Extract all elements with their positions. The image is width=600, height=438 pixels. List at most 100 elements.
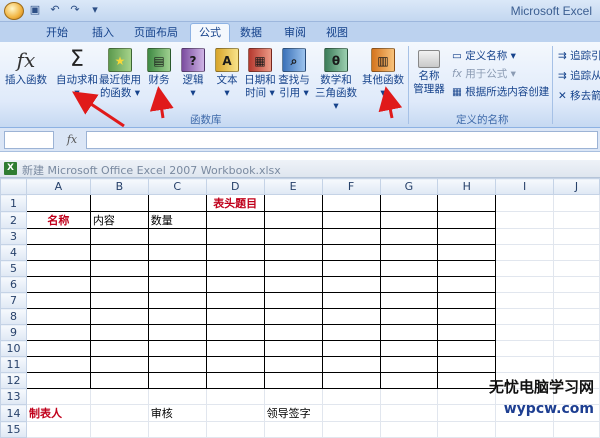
row-header[interactable]: 4 — [1, 245, 27, 261]
sheet-cell[interactable] — [380, 309, 438, 325]
sheet-cell[interactable] — [496, 357, 554, 373]
sheet-cell[interactable] — [90, 341, 148, 357]
sheet-cell[interactable] — [554, 357, 600, 373]
sheet-cell[interactable] — [90, 405, 148, 422]
sheet-cell[interactable] — [206, 325, 264, 341]
sheet-cell[interactable] — [148, 422, 206, 438]
column-header[interactable]: F — [322, 179, 380, 195]
office-button[interactable] — [4, 2, 24, 20]
sheet-cell[interactable] — [322, 405, 380, 422]
sheet-cell[interactable] — [554, 229, 600, 245]
column-header[interactable]: D — [206, 179, 264, 195]
sheet-cell[interactable] — [264, 422, 322, 438]
row-header[interactable]: 9 — [1, 325, 27, 341]
sheet-cell[interactable] — [206, 373, 264, 389]
sheet-cell[interactable] — [26, 325, 90, 341]
sheet-cell[interactable] — [554, 261, 600, 277]
sheet-cell[interactable] — [438, 277, 496, 293]
sheet-cell[interactable] — [554, 245, 600, 261]
sheet-cell[interactable] — [90, 293, 148, 309]
sheet-cell[interactable] — [264, 229, 322, 245]
sheet-cell[interactable] — [380, 229, 438, 245]
row-header[interactable]: 11 — [1, 357, 27, 373]
sheet-cell[interactable] — [438, 325, 496, 341]
sheet-cell[interactable] — [206, 261, 264, 277]
tab-home[interactable]: 开始 — [46, 24, 68, 42]
row-header[interactable]: 2 — [1, 212, 27, 229]
sheet-cell[interactable] — [264, 373, 322, 389]
sheet-cell[interactable] — [26, 373, 90, 389]
sheet-cell[interactable] — [26, 261, 90, 277]
column-header[interactable]: C — [148, 179, 206, 195]
sheet-cell[interactable] — [264, 277, 322, 293]
tab-review[interactable]: 审阅 — [284, 24, 306, 42]
column-header[interactable]: G — [380, 179, 438, 195]
sheet-cell[interactable] — [438, 357, 496, 373]
sheet-cell[interactable] — [554, 195, 600, 212]
sheet-cell[interactable] — [148, 357, 206, 373]
undo-icon[interactable]: ↶ — [48, 3, 62, 17]
tab-formulas[interactable]: 公式 — [190, 23, 230, 43]
sheet-cell[interactable] — [206, 357, 264, 373]
column-header[interactable]: A — [26, 179, 90, 195]
sheet-cell[interactable]: 制表人 — [26, 405, 90, 422]
sheet-cell[interactable] — [380, 212, 438, 229]
sheet-cell[interactable] — [206, 293, 264, 309]
sheet-cell[interactable] — [206, 212, 264, 229]
sheet-cell[interactable] — [206, 341, 264, 357]
sheet-cell[interactable] — [496, 195, 554, 212]
sheet-cell[interactable] — [438, 309, 496, 325]
sheet-cell[interactable] — [90, 357, 148, 373]
sheet-cell[interactable] — [438, 422, 496, 438]
sheet-cell[interactable] — [322, 357, 380, 373]
sheet-cell[interactable] — [380, 293, 438, 309]
sheet-cell[interactable] — [380, 422, 438, 438]
sheet-cell[interactable] — [496, 309, 554, 325]
sheet-cell[interactable] — [380, 277, 438, 293]
sheet-cell[interactable] — [26, 245, 90, 261]
column-header[interactable]: H — [438, 179, 496, 195]
sheet-cell[interactable] — [90, 422, 148, 438]
row-header[interactable]: 3 — [1, 229, 27, 245]
sheet-cell[interactable] — [554, 212, 600, 229]
sheet-cell[interactable] — [554, 293, 600, 309]
sheet-cell[interactable] — [322, 195, 380, 212]
sheet-cell[interactable] — [148, 261, 206, 277]
sheet-cell[interactable] — [496, 341, 554, 357]
sheet-cell[interactable] — [380, 195, 438, 212]
row-header[interactable]: 1 — [1, 195, 27, 212]
sheet-cell[interactable] — [148, 195, 206, 212]
sheet-cell[interactable] — [322, 245, 380, 261]
sheet-cell[interactable] — [380, 405, 438, 422]
sheet-cell[interactable] — [322, 229, 380, 245]
sheet-cell[interactable] — [322, 261, 380, 277]
sheet-cell[interactable] — [148, 293, 206, 309]
sheet-cell[interactable] — [264, 389, 322, 405]
sheet-cell[interactable] — [322, 277, 380, 293]
sheet-cell[interactable] — [554, 422, 600, 438]
sheet-cell[interactable] — [264, 261, 322, 277]
sheet-cell[interactable] — [438, 229, 496, 245]
row-header[interactable]: 6 — [1, 277, 27, 293]
sheet-cell[interactable] — [322, 309, 380, 325]
sheet-cell[interactable] — [90, 229, 148, 245]
sheet-cell[interactable] — [26, 229, 90, 245]
sheet-cell[interactable] — [264, 212, 322, 229]
sheet-cell[interactable] — [90, 261, 148, 277]
sheet-cell[interactable] — [148, 341, 206, 357]
row-header[interactable]: 13 — [1, 389, 27, 405]
sheet-cell[interactable] — [438, 212, 496, 229]
sheet-cell[interactable] — [380, 357, 438, 373]
column-header[interactable]: E — [264, 179, 322, 195]
sheet-cell[interactable] — [322, 389, 380, 405]
sheet-cell[interactable] — [380, 261, 438, 277]
sheet-cell[interactable] — [26, 389, 90, 405]
sheet-cell[interactable] — [26, 341, 90, 357]
select-all-corner[interactable] — [1, 179, 27, 195]
sheet-cell[interactable] — [380, 245, 438, 261]
tab-data[interactable]: 数据 — [240, 24, 262, 42]
row-header[interactable]: 8 — [1, 309, 27, 325]
sheet-cell[interactable] — [206, 245, 264, 261]
fx-button[interactable]: fx — [62, 131, 82, 149]
sheet-cell[interactable] — [322, 422, 380, 438]
